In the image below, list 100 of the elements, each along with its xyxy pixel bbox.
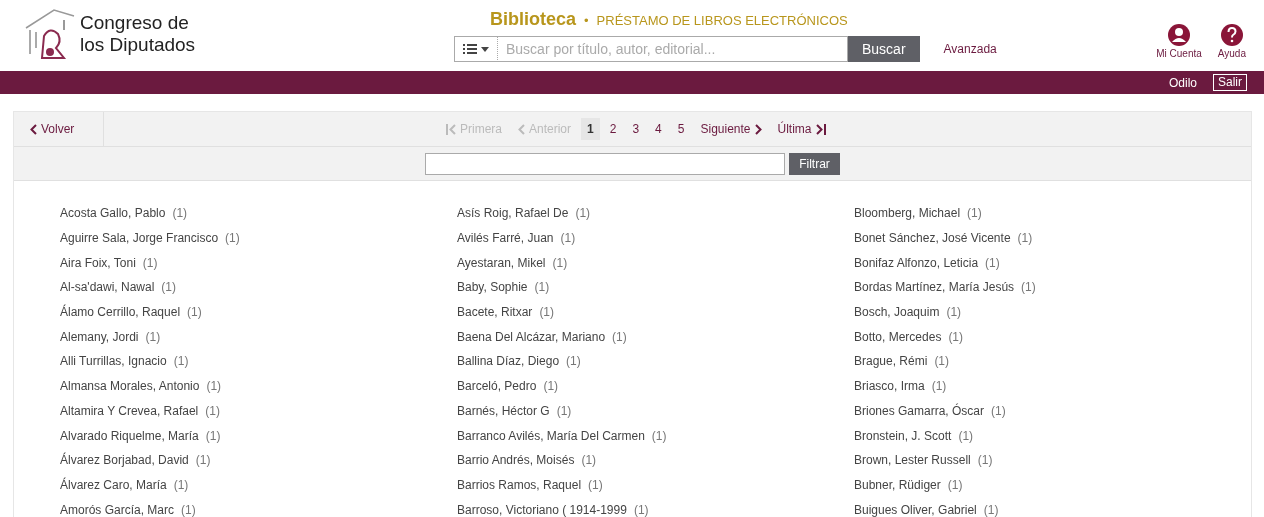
filter-field[interactable] xyxy=(425,152,786,175)
page-link[interactable]: 4 xyxy=(649,118,668,140)
author-link[interactable]: Aguirre Sala, Jorge Francisco xyxy=(60,229,219,248)
book-count: (1) xyxy=(612,328,627,346)
page-link[interactable]: 2 xyxy=(603,118,623,140)
author-link[interactable]: Asís Roig, Rafael De xyxy=(457,204,569,223)
chevron-right-icon xyxy=(754,123,762,135)
author-link[interactable]: Barrio Andrés, Moisés xyxy=(457,451,575,470)
search-mode-dropdown[interactable] xyxy=(454,36,498,62)
book-count: (1) xyxy=(985,254,1000,272)
author-link[interactable]: Bacete, Ritxar xyxy=(457,303,533,322)
author-link[interactable]: Alli Turrillas, Ignacio xyxy=(60,352,167,371)
author-link[interactable]: Baby, Sophie xyxy=(457,278,528,297)
book-count: (1) xyxy=(205,427,221,445)
author-link[interactable]: Brague, Rémi xyxy=(854,352,928,371)
caret-icon xyxy=(481,46,489,52)
book-count: (1) xyxy=(1021,279,1036,297)
logout-button[interactable]: Salir xyxy=(1213,74,1247,91)
user-name: Odilo xyxy=(1168,74,1197,92)
site-subtitle: PRÉSTAMO DE LIBROS ELECTRÓNICOS xyxy=(596,12,848,30)
book-count: (1) xyxy=(161,279,176,297)
author-link[interactable]: Botto, Mercedes xyxy=(854,327,942,346)
author-link[interactable]: Brown, Lester Russell xyxy=(854,451,971,470)
book-count: (1) xyxy=(967,205,982,223)
author-link[interactable]: Barceló, Pedro xyxy=(457,377,537,396)
book-count: (1) xyxy=(539,304,555,322)
author-link[interactable]: Amorós García, Marc xyxy=(60,500,175,517)
author-link[interactable]: Álvarez Borjabad, David xyxy=(60,451,189,470)
last-page-link[interactable]: Última xyxy=(771,118,832,140)
search-button[interactable]: Buscar xyxy=(848,36,920,62)
author-link[interactable]: Bronstein, J. Scott xyxy=(854,426,952,445)
author-link[interactable]: Bonet Sánchez, José Vicente xyxy=(854,229,1011,248)
book-count: (1) xyxy=(588,476,603,494)
author-link[interactable]: Barnés, Héctor G xyxy=(457,401,550,420)
author-link[interactable]: Altamira Y Crevea, Rafael xyxy=(60,401,199,420)
next-page-link[interactable]: Siguiente xyxy=(694,118,768,140)
author-link[interactable]: Al-sa'dawi, Nawal xyxy=(60,278,155,297)
page-link[interactable]: 1 xyxy=(581,118,600,140)
book-count: (1) xyxy=(983,501,999,517)
first-page-icon xyxy=(446,123,456,135)
author-link[interactable]: Álvarez Caro, María xyxy=(60,475,167,494)
book-count: (1) xyxy=(556,402,572,420)
book-count: (1) xyxy=(560,230,576,248)
author-link[interactable]: Alemany, Jordi xyxy=(60,327,139,346)
author-link[interactable]: Alvarado Riquelme, María xyxy=(60,426,199,445)
logo-title: Congreso de xyxy=(80,12,190,34)
book-count: (1) xyxy=(991,402,1006,420)
help-link[interactable]: Ayuda xyxy=(1217,24,1246,61)
book-count: (1) xyxy=(633,501,649,517)
list-icon xyxy=(463,43,477,55)
book-count: (1) xyxy=(145,328,161,346)
chevron-left-icon xyxy=(30,123,37,135)
book-count: (1) xyxy=(206,378,222,396)
page-link[interactable]: 5 xyxy=(671,118,691,140)
author-link[interactable]: Buigues Oliver, Gabriel xyxy=(854,500,977,517)
account-link[interactable]: Mi Cuenta xyxy=(1156,24,1202,61)
filter-button[interactable]: Filtrar xyxy=(789,152,840,175)
author-link[interactable]: Bloomberg, Michael xyxy=(854,204,961,223)
logo-subtitle: los Diputados xyxy=(80,34,196,56)
help-icon xyxy=(1220,24,1243,46)
author-link[interactable]: Bonifaz Alfonzo, Leticia xyxy=(854,253,979,272)
book-count: (1) xyxy=(958,427,974,445)
author-link[interactable]: Briasco, Irma xyxy=(854,377,925,396)
book-count: (1) xyxy=(1017,230,1033,248)
author-link[interactable]: Bosch, Joaquim xyxy=(854,303,940,322)
author-link[interactable]: Barranco Avilés, María Del Carmen xyxy=(457,426,645,445)
book-count: (1) xyxy=(948,328,964,346)
book-count: (1) xyxy=(977,452,993,470)
page-link[interactable]: 3 xyxy=(626,118,646,140)
author-link[interactable]: Avilés Farré, Juan xyxy=(457,229,554,248)
separator-dot: • xyxy=(584,12,589,30)
author-link[interactable]: Ballina Díaz, Diego xyxy=(457,352,560,371)
book-count: (1) xyxy=(173,476,189,494)
book-count: (1) xyxy=(195,452,211,470)
building-logo-icon xyxy=(24,6,76,62)
author-link[interactable]: Baena Del Alcázar, Mariano xyxy=(457,327,606,346)
book-count: (1) xyxy=(225,230,240,248)
author-link[interactable]: Briones Gamarra, Óscar xyxy=(854,401,985,420)
book-count: (1) xyxy=(931,378,947,396)
book-count: (1) xyxy=(552,254,568,272)
author-link[interactable]: Bordas Martínez, María Jesús xyxy=(854,278,1015,297)
author-link[interactable]: Acosta Gallo, Pablo xyxy=(60,204,166,223)
book-count: (1) xyxy=(187,304,202,322)
chevron-left-icon xyxy=(518,123,525,135)
author-link[interactable]: Aira Foix, Toni xyxy=(60,253,136,272)
author-link[interactable]: Álamo Cerrillo, Raquel xyxy=(60,303,181,322)
book-count: (1) xyxy=(947,476,963,494)
user-icon xyxy=(1168,24,1190,46)
author-link[interactable]: Almansa Morales, Antonio xyxy=(60,377,200,396)
site-title: Biblioteca xyxy=(490,8,577,31)
author-link[interactable]: Barroso, Victoriano ( 1914-1999 xyxy=(457,500,627,517)
book-count: (1) xyxy=(142,254,158,272)
book-count: (1) xyxy=(946,304,962,322)
search-field[interactable]: Buscar por título, autor, editorial... xyxy=(498,36,848,62)
advanced-search-link[interactable]: Avanzada xyxy=(943,40,997,58)
back-link[interactable]: Volver xyxy=(14,112,104,146)
last-page-icon xyxy=(815,123,826,135)
author-link[interactable]: Bubner, Rüdiger xyxy=(854,475,941,494)
author-link[interactable]: Ayestaran, Mikel xyxy=(457,253,546,272)
author-link[interactable]: Barrios Ramos, Raquel xyxy=(457,475,582,494)
